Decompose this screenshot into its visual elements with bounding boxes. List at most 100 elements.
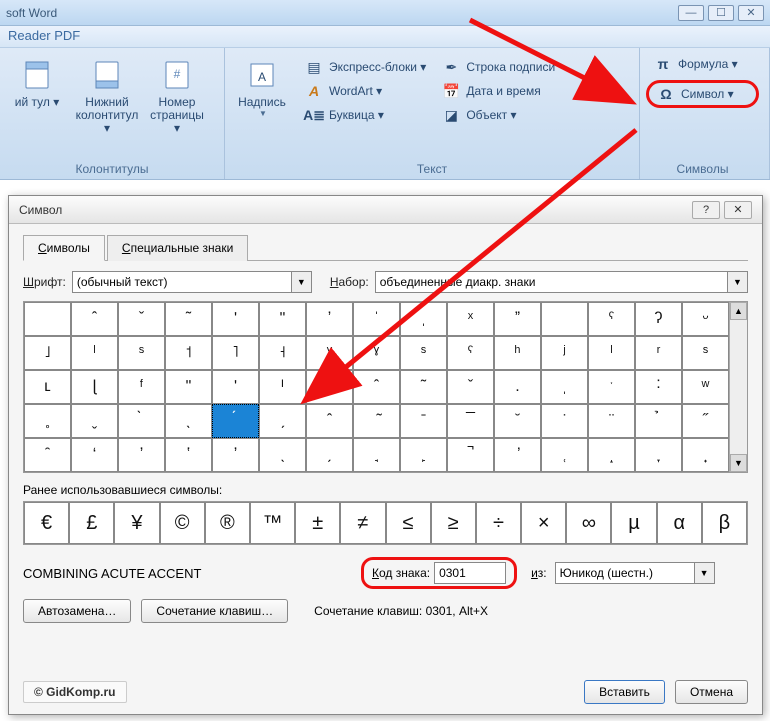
- symbol-button[interactable]: ΩСимвол ▾: [646, 80, 759, 108]
- recent-symbol-cell[interactable]: ≤: [386, 502, 431, 544]
- symbol-cell[interactable]: ˇ: [118, 302, 165, 336]
- symbol-cell[interactable]: ˌ: [400, 302, 447, 336]
- symbol-cell[interactable]: ʔ: [635, 302, 682, 336]
- subset-select[interactable]: [375, 271, 728, 293]
- equation-button[interactable]: πФормула ▾: [646, 52, 759, 76]
- shortcut-key-button[interactable]: Сочетание клавиш…: [141, 599, 288, 623]
- symbol-cell[interactable]: ʼ: [306, 302, 353, 336]
- symbol-cell[interactable]: ˥: [212, 336, 259, 370]
- symbol-cell[interactable]: ˈ: [353, 302, 400, 336]
- symbol-cell[interactable]: ʟ: [24, 370, 71, 404]
- symbol-cell[interactable]: ˳: [24, 404, 71, 438]
- char-code-input[interactable]: [434, 562, 506, 584]
- symbol-cell[interactable]: ˜: [400, 370, 447, 404]
- symbol-cell[interactable]: ̛: [494, 438, 541, 472]
- symbol-cell[interactable]: ʺ: [165, 370, 212, 404]
- symbol-cell[interactable]: ˢ: [118, 336, 165, 370]
- font-select-caret[interactable]: ▼: [292, 271, 312, 293]
- signature-line-button[interactable]: ✒Строка подписи: [438, 56, 559, 78]
- symbol-cell[interactable]: ˏ: [259, 404, 306, 438]
- symbol-cell[interactable]: ˡ: [588, 336, 635, 370]
- symbol-cell[interactable]: ˬ: [71, 404, 118, 438]
- symbol-cell[interactable]: ̜: [541, 438, 588, 472]
- symbol-cell[interactable]: ᶠ: [118, 370, 165, 404]
- symbol-cell[interactable]: ʰ: [494, 336, 541, 370]
- symbol-cell[interactable]: ˦: [165, 336, 212, 370]
- scroll-down-button[interactable]: ▼: [730, 454, 747, 472]
- symbol-cell[interactable]: ʳ: [635, 336, 682, 370]
- symbol-cell[interactable]: ̂: [306, 404, 353, 438]
- header-button[interactable]: ий тул ▾: [6, 52, 68, 160]
- object-button[interactable]: ◪Объект ▾: [438, 104, 559, 126]
- recent-symbol-cell[interactable]: ®: [205, 502, 250, 544]
- symbol-cell[interactable]: ̙: [400, 438, 447, 472]
- symbol-cell[interactable]: ̓: [118, 438, 165, 472]
- symbol-cell[interactable]: ̈: [588, 404, 635, 438]
- code-from-select[interactable]: [555, 562, 695, 584]
- textbox-button[interactable]: A Надпись▼: [231, 52, 293, 160]
- symbol-cell[interactable]: ˩: [24, 336, 71, 370]
- symbol-cell[interactable]: [541, 302, 588, 336]
- symbol-cell[interactable]: ̟: [682, 438, 729, 472]
- symbol-cell[interactable]: ˠ: [353, 336, 400, 370]
- page-number-button[interactable]: # Номер страницы ▾: [146, 52, 208, 160]
- tab-symbols[interactable]: Символы: [23, 235, 105, 261]
- quick-parts-button[interactable]: ▤Экспресс-блоки ▾: [301, 56, 430, 78]
- symbol-cell[interactable]: ̕: [212, 438, 259, 472]
- symbol-cell[interactable]: ᵕ: [682, 302, 729, 336]
- symbol-cell[interactable]: ̑: [24, 438, 71, 472]
- subset-select-caret[interactable]: ▼: [728, 271, 748, 293]
- recent-symbol-cell[interactable]: µ: [611, 502, 656, 544]
- symbol-cell[interactable]: ˇ: [447, 370, 494, 404]
- symbol-cell[interactable]: ʸ: [306, 336, 353, 370]
- symbol-cell[interactable]: ̞: [635, 438, 682, 472]
- symbol-cell[interactable]: ˸: [635, 370, 682, 404]
- symbol-cell[interactable]: .: [494, 370, 541, 404]
- recent-symbol-cell[interactable]: ©: [160, 502, 205, 544]
- scroll-up-button[interactable]: ▲: [730, 302, 747, 320]
- symbol-cell[interactable]: ̇: [541, 404, 588, 438]
- symbol-cell[interactable]: ˮ: [494, 302, 541, 336]
- symbol-cell[interactable]: ̔: [165, 438, 212, 472]
- symbol-cell[interactable]: ᴵ: [259, 370, 306, 404]
- symbol-cell[interactable]: ̋: [682, 404, 729, 438]
- recent-symbol-cell[interactable]: ™: [250, 502, 295, 544]
- dropcap-button[interactable]: A≣Буквица ▾: [301, 104, 430, 126]
- recent-symbol-cell[interactable]: €: [24, 502, 69, 544]
- autocorrect-button[interactable]: Автозамена…: [23, 599, 131, 623]
- symbol-cell[interactable]: ̃: [353, 404, 400, 438]
- code-from-caret[interactable]: ▼: [695, 562, 715, 584]
- symbol-cell[interactable]: ˑ: [588, 370, 635, 404]
- symbol-cell[interactable]: ˢ: [400, 336, 447, 370]
- symbol-cell[interactable]: ʺ: [259, 302, 306, 336]
- symbol-cell[interactable]: ˆ: [353, 370, 400, 404]
- symbol-cell[interactable]: ˣ: [447, 302, 494, 336]
- symbol-cell[interactable]: ˆ: [71, 302, 118, 336]
- recent-symbol-cell[interactable]: £: [69, 502, 114, 544]
- window-minimize-button[interactable]: —: [678, 5, 704, 21]
- symbol-cell[interactable]: ̒: [71, 438, 118, 472]
- symbol-cell[interactable]: ̖: [259, 438, 306, 472]
- symbol-cell[interactable]: ̘: [353, 438, 400, 472]
- symbol-cell[interactable]: ˎ: [165, 404, 212, 438]
- date-time-button[interactable]: 📅Дата и время: [438, 80, 559, 102]
- recent-symbol-cell[interactable]: β: [702, 502, 747, 544]
- dialog-help-button[interactable]: ?: [692, 201, 720, 219]
- symbol-cell[interactable]: ̝: [588, 438, 635, 472]
- recent-symbol-cell[interactable]: ×: [521, 502, 566, 544]
- font-select[interactable]: [72, 271, 292, 293]
- symbol-cell[interactable]: ʲ: [541, 336, 588, 370]
- symbol-cell[interactable]: ɭ: [71, 370, 118, 404]
- recent-symbol-cell[interactable]: ±: [295, 502, 340, 544]
- recent-symbol-cell[interactable]: ≠: [340, 502, 385, 544]
- tab-special-chars[interactable]: Специальные знаки: [107, 235, 248, 261]
- recent-symbol-cell[interactable]: ÷: [476, 502, 521, 544]
- symbol-cell[interactable]: ˌ: [541, 370, 588, 404]
- insert-button[interactable]: Вставить: [584, 680, 665, 704]
- symbol-cell[interactable]: ́: [212, 404, 259, 438]
- symbol-cell[interactable]: ̆: [494, 404, 541, 438]
- cancel-button[interactable]: Отмена: [675, 680, 748, 704]
- symbol-cell[interactable]: ̗: [306, 438, 353, 472]
- symbol-cell[interactable]: ˤ: [447, 336, 494, 370]
- footer-button[interactable]: Нижний колонтитул ▾: [76, 52, 138, 160]
